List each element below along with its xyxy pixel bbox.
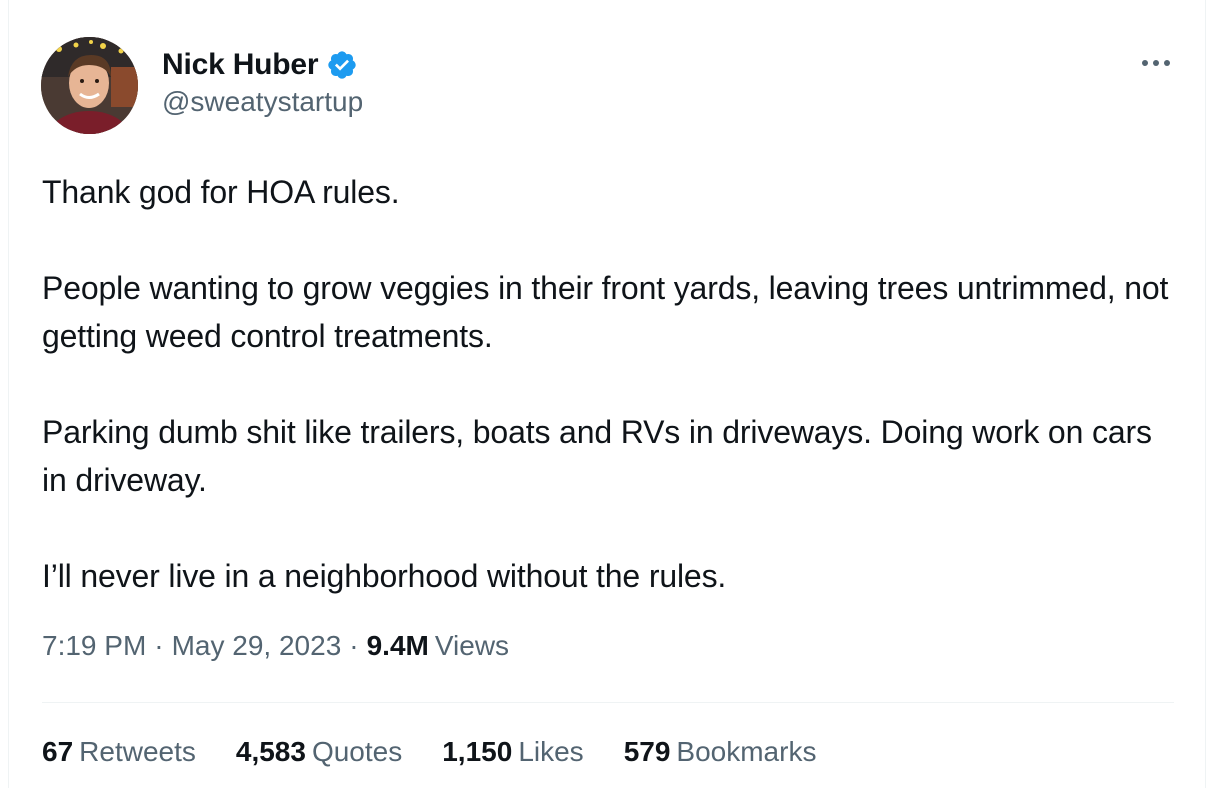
separator-dot: · [349, 630, 359, 661]
quotes-stat[interactable]: 4,583 Quotes [236, 736, 402, 768]
bookmarks-stat[interactable]: 579 Bookmarks [624, 736, 817, 768]
tweet-paragraph: People wanting to grow veggies in their … [42, 270, 1169, 354]
tweet-text: Thank god for HOA rules. People wanting … [42, 168, 1172, 600]
stat-label: Retweets [79, 736, 196, 767]
stat-label: Bookmarks [676, 736, 817, 767]
tweet-paragraph: I’ll never live in a neighborhood withou… [42, 558, 727, 594]
more-horizontal-icon [1142, 60, 1170, 66]
stat-count: 1,150 [442, 736, 513, 767]
tweet-metadata: 7:19 PM · May 29, 2023 · 9.4M Views [42, 630, 509, 662]
tweet-paragraph: Thank god for HOA rules. [42, 174, 400, 210]
retweets-stat[interactable]: 67 Retweets [42, 736, 196, 768]
stat-label: Likes [518, 736, 584, 767]
more-options-button[interactable] [1133, 48, 1179, 78]
tweet-card: Nick Huber @sweatystartup Thank god for … [8, 0, 1206, 788]
stat-count: 4,583 [235, 736, 306, 767]
tweet-paragraph: Parking dumb shit like trailers, boats a… [42, 414, 1152, 498]
views-label: Views [434, 630, 510, 661]
separator-dot: · [154, 630, 164, 661]
stat-label: Quotes [311, 736, 403, 767]
author-name[interactable]: Nick Huber [162, 48, 319, 82]
verified-badge-icon[interactable] [326, 49, 358, 81]
tweet-time[interactable]: 7:19 PM [42, 630, 146, 662]
views-count: 9.4M [366, 630, 429, 661]
tweet-date[interactable]: May 29, 2023 [172, 630, 342, 662]
author-handle[interactable]: @sweatystartup [162, 86, 363, 118]
author-name-row: Nick Huber [162, 45, 358, 85]
avatar[interactable] [41, 37, 138, 134]
engagement-stats: 67 Retweets 4,583 Quotes 1,150 Likes 579 Boo… [42, 736, 816, 768]
likes-stat[interactable]: 1,150 Likes [442, 736, 583, 768]
avatar-image [41, 37, 138, 134]
stat-count: 579 [623, 736, 671, 767]
stat-count: 67 [42, 736, 74, 767]
divider [42, 702, 1174, 703]
